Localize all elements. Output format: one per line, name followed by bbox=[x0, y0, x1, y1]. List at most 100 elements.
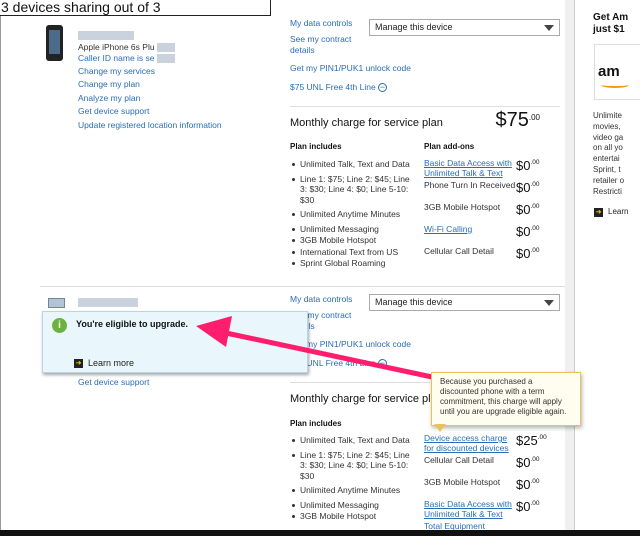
device-2-image bbox=[48, 298, 65, 308]
ad-body-line: on all yo bbox=[593, 143, 623, 153]
addon-amount-cents: .00 bbox=[530, 247, 540, 254]
device-1-controls: My data controls See my contract details… bbox=[290, 18, 411, 94]
addon-amount-cents: .00 bbox=[530, 159, 540, 166]
contract-details-link[interactable]: details bbox=[290, 45, 370, 57]
device-1-number bbox=[78, 30, 278, 42]
addon-call-detail: Cellular Call Detail bbox=[424, 455, 494, 465]
manage-device-select-value: Manage this device bbox=[375, 297, 453, 307]
upgrade-message: You're eligible to upgrade. bbox=[76, 319, 188, 329]
ad-body-line: movies, bbox=[593, 121, 621, 131]
addon-row: Device access charge for discounted devi… bbox=[424, 433, 564, 453]
manage-device-select[interactable]: Manage this device bbox=[369, 19, 560, 36]
data-controls-link[interactable]: My data controls bbox=[290, 18, 370, 30]
addon-amount-dollars: 25 bbox=[523, 433, 538, 448]
device-support-link[interactable]: Get device support bbox=[78, 105, 278, 119]
contract-link[interactable]: See my contract bbox=[290, 34, 370, 46]
addon-amount-cents: .00 bbox=[530, 181, 540, 188]
ad-body: Unlimite movies, video ga on all yo ente… bbox=[593, 111, 640, 197]
plan-line-link[interactable]: $75 UNL Free 4th Line − bbox=[290, 82, 388, 94]
unlock-code-link[interactable]: Get my PIN1/PUK1 unlock code bbox=[290, 63, 411, 75]
list-item: Unlimited Talk, Text and Data bbox=[290, 435, 410, 446]
device-1-info: Apple iPhone 6s Plu Caller ID name is se… bbox=[78, 30, 278, 132]
addon-basic-data-link[interactable]: Basic Data Access with Unlimited Talk & … bbox=[424, 158, 516, 178]
manage-device-select-value: Manage this device bbox=[375, 22, 453, 32]
list-item: Unlimited Anytime Minutes bbox=[290, 209, 410, 220]
analyze-plan-link[interactable]: Analyze my plan bbox=[78, 92, 278, 106]
divider bbox=[290, 382, 430, 383]
info-icon: i bbox=[52, 318, 67, 333]
plan-price: $75.00 bbox=[495, 109, 541, 131]
ad-learn-link[interactable]: Learn bbox=[608, 207, 628, 216]
device-1-caller-id-row: Caller ID name is se bbox=[78, 53, 278, 65]
list-item: 3GB Mobile Hotspot bbox=[290, 235, 410, 246]
device-1-model-row: Apple iPhone 6s Plu bbox=[78, 42, 278, 54]
addon-row: Cellular Call Detail $0.00 bbox=[424, 455, 564, 470]
manage-device-select[interactable]: Manage this device bbox=[369, 294, 560, 311]
list-item: Line 1: $75; Line 2: $45; Line 3: $30; L… bbox=[290, 450, 410, 482]
addon-hotspot: 3GB Mobile Hotspot bbox=[424, 202, 501, 212]
ad-title: Get Am just $1 bbox=[593, 12, 628, 36]
addon-amount-cents: .00 bbox=[530, 500, 540, 507]
device-1-model: Apple iPhone 6s Plu bbox=[78, 41, 155, 52]
list-item: 3GB Mobile Hotspot bbox=[290, 511, 410, 522]
change-plan-link[interactable]: Change my plan bbox=[78, 78, 278, 92]
plan-addons-header: Plan add-ons bbox=[424, 142, 475, 151]
plan-includes-list: Unlimited Talk, Text and Data Line 1: $7… bbox=[290, 435, 410, 522]
plan-line-label: $75 UNL Free 4th Line bbox=[290, 82, 376, 92]
plan-includes-header: Plan includes bbox=[290, 419, 342, 428]
amazon-smile-icon bbox=[601, 82, 629, 88]
ad-body-line: Unlimite bbox=[593, 111, 622, 120]
addon-amount: $25.00 bbox=[516, 433, 547, 448]
addon-amount: $0.00 bbox=[516, 158, 540, 173]
addon-row: Cellular Call Detail $0.00 bbox=[424, 246, 564, 261]
data-controls-link[interactable]: My data controls bbox=[290, 294, 370, 306]
scroll-gutter bbox=[565, 0, 574, 532]
frame-left-edge bbox=[0, 16, 1, 532]
addon-amount: $0.00 bbox=[516, 202, 540, 217]
addon-row: 3GB Mobile Hotspot $0.00 bbox=[424, 477, 564, 492]
addon-phone-turn-in: Phone Turn In Received bbox=[424, 180, 516, 190]
device-2-number bbox=[78, 298, 138, 307]
addon-row: Basic Data Access with Unlimited Talk & … bbox=[424, 158, 564, 178]
list-item: Unlimited Anytime Minutes bbox=[290, 485, 410, 496]
change-services-link[interactable]: Change my services bbox=[78, 65, 278, 79]
ad-panel: Get Am just $1 am Unlimite movies, video … bbox=[588, 0, 640, 532]
ad-body-line: entertai bbox=[593, 154, 620, 164]
collapse-icon[interactable]: − bbox=[378, 359, 388, 369]
plan-price-cents: .00 bbox=[528, 113, 540, 122]
addon-amount-cents: .00 bbox=[537, 434, 547, 441]
addon-amount: $0.00 bbox=[516, 455, 540, 470]
list-item: Sprint Global Roaming bbox=[290, 258, 410, 269]
addon-amount-cents: .00 bbox=[530, 456, 540, 463]
list-item: Unlimited Messaging bbox=[290, 224, 410, 235]
ad-title-line2: just $1 bbox=[593, 24, 625, 35]
addon-basic-data-link[interactable]: Basic Data Access with Unlimited Talk & … bbox=[424, 499, 516, 519]
plan-charge-label: Monthly charge for service plan bbox=[290, 393, 443, 405]
addon-amount-cents: .00 bbox=[530, 225, 540, 232]
ad-body-line: Sprint, t bbox=[593, 164, 621, 174]
device-2-support-link[interactable]: Get device support bbox=[78, 377, 149, 387]
list-item: International Text from US bbox=[290, 247, 410, 258]
ad-body-line: video ga bbox=[593, 132, 624, 142]
arrow-right-icon: ➜ bbox=[594, 208, 603, 217]
chevron-down-icon bbox=[544, 300, 554, 306]
addon-amount: $0.00 bbox=[516, 246, 540, 261]
addon-wifi-calling-link[interactable]: Wi-Fi Calling bbox=[424, 224, 516, 234]
device-charge-tooltip: Because you purchased a discounted phone… bbox=[431, 372, 581, 426]
device-1-plan-header: Monthly charge for service plan $75.00 bbox=[290, 109, 548, 131]
addon-device-access-link[interactable]: Device access charge for discounted devi… bbox=[424, 433, 516, 453]
ad-title-line1: Get Am bbox=[593, 12, 629, 23]
arrow-right-icon: ➜ bbox=[74, 359, 83, 368]
collapse-icon[interactable]: − bbox=[378, 83, 388, 93]
plan-includes-list: Unlimited Talk, Text and Data Line 1: $7… bbox=[290, 159, 410, 269]
device-divider bbox=[40, 286, 565, 287]
update-location-link[interactable]: Update registered location information bbox=[78, 119, 278, 133]
list-item: Unlimited Messaging bbox=[290, 500, 410, 511]
addon-call-detail: Cellular Call Detail bbox=[424, 246, 494, 256]
addon-amount: $0.00 bbox=[516, 499, 540, 514]
learn-more-link[interactable]: Learn more bbox=[88, 358, 134, 368]
bottom-bar bbox=[0, 530, 640, 536]
device-1-caller-id[interactable]: Caller ID name is se bbox=[78, 53, 155, 63]
addon-amount: $0.00 bbox=[516, 224, 540, 239]
addon-amount: $0.00 bbox=[516, 477, 540, 492]
